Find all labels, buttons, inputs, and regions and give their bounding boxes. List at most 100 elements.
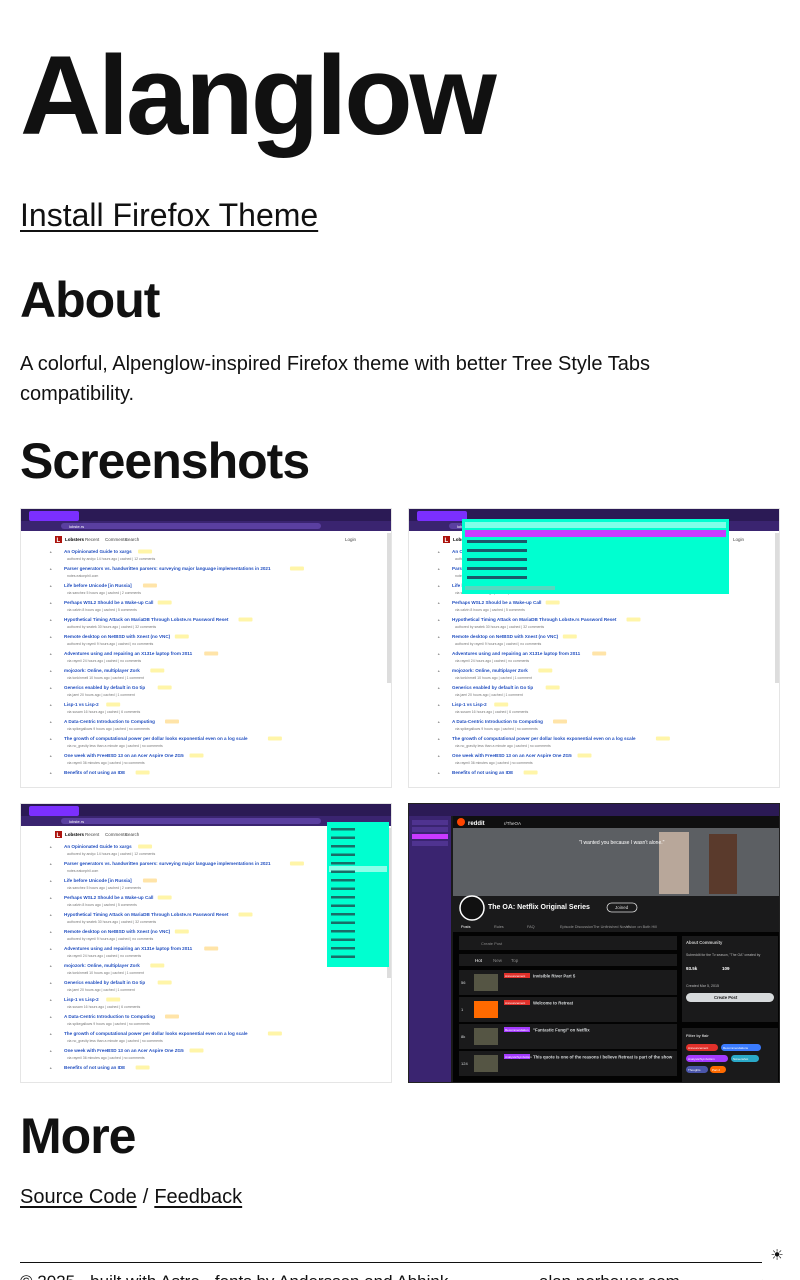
story-tag <box>494 702 509 707</box>
story-upvote-icon: ▲ <box>49 703 52 707</box>
urlbar-result <box>467 567 527 570</box>
source-code-link[interactable]: Source Code <box>20 1186 137 1208</box>
story-upvote-icon: ▲ <box>49 584 52 588</box>
banner-figure <box>709 834 737 894</box>
story-upvote-icon: ▲ <box>49 771 52 775</box>
lobsters-nav-item: Recent <box>85 832 100 837</box>
post-thumbnail <box>474 1028 498 1045</box>
install-theme-link[interactable]: Install Firefox Theme <box>20 197 318 234</box>
story-tag <box>174 929 189 934</box>
urlbar-result <box>467 576 527 579</box>
rss-icon[interactable]: ◣ <box>762 1274 780 1280</box>
app-menu-item <box>331 879 355 882</box>
story-upvote-icon: ▲ <box>49 669 52 673</box>
footer-domain-link[interactable]: alan.norbauer.com <box>539 1270 680 1280</box>
story-meta: authored by seatek 30 hours ago | cached… <box>455 625 544 629</box>
story-upvote-icon: ▲ <box>437 720 440 724</box>
flair-chip-label: Screenshot <box>733 1057 748 1061</box>
members-count: 93.5k <box>686 966 698 971</box>
urlbar-selected-result <box>465 530 726 537</box>
story-tag <box>157 980 172 985</box>
footer-icons: ◼ ● ◣ <box>698 1274 780 1280</box>
app-menu-item <box>331 896 355 899</box>
story-tag <box>189 753 204 758</box>
community-tab: Episode Discussion <box>560 925 593 929</box>
story-tag <box>523 770 538 775</box>
screenshot-4[interactable]: reddit r/TheOA "I wanted you because I was… <box>408 803 780 1083</box>
sort-option: New <box>493 958 503 963</box>
urlbar-search-engines <box>465 586 555 590</box>
post-votes: 124 <box>461 1061 468 1066</box>
post-votes: 56 <box>461 980 466 985</box>
app-menu-item <box>331 930 355 933</box>
story-tag <box>174 634 189 639</box>
app-menu-item <box>331 913 355 916</box>
story-upvote-icon: ▲ <box>437 652 440 656</box>
story-title: Adventures using and repairing an X131e … <box>452 651 581 656</box>
theme-toggle-sun-icon[interactable]: ☀ <box>766 1245 788 1267</box>
more-links: Source Code / Feedback <box>20 1186 242 1209</box>
community-tab: Posts <box>461 925 471 929</box>
story-meta: via calvin 8 hours ago | cached | 5 comm… <box>455 608 525 612</box>
app-menu-item <box>331 862 355 865</box>
story-meta: via calvin 8 hours ago | cached | 5 comm… <box>67 608 137 612</box>
reddit-brand: reddit <box>468 821 485 827</box>
community-avatar-icon <box>459 895 485 921</box>
story-title: Remote desktop on NetBSD with Xnest (no … <box>452 634 559 639</box>
screenshot-reddit-tree-style-tabs: reddit r/TheOA "I wanted you because I was… <box>409 804 779 1082</box>
story-title: Adventures using and repairing an X131e … <box>64 946 193 951</box>
story-tag <box>592 651 607 656</box>
page-scrollbar <box>775 533 779 683</box>
story-title: Remote desktop on NetBSD with Xnest (no … <box>64 929 171 934</box>
story-title: Adventures using and repairing an X131e … <box>64 651 193 656</box>
urlbar-result <box>467 540 527 543</box>
story-title: Lisp-1 vs Lisp-2 <box>64 997 99 1002</box>
story-upvote-icon: ▲ <box>49 686 52 690</box>
sidebar-tab <box>412 827 448 832</box>
post-title: Invisible River Part 5 <box>533 974 576 979</box>
lobsters-nav-item: Lobsters <box>65 537 85 542</box>
story-upvote-icon: ▲ <box>49 879 52 883</box>
post-votes: 8k <box>461 1034 465 1039</box>
lobsters-nav-item: Search <box>125 832 140 837</box>
story-tag <box>150 963 165 968</box>
story-meta: via raymii 36 minutes ago | cached | no … <box>67 761 145 765</box>
mastodon-icon[interactable]: ◼ <box>706 1274 726 1280</box>
about-community-text: Subreddit for the Tv season, "The OA" cr… <box>686 953 761 957</box>
screenshot-1[interactable]: lobste.rs L Lobsters Recent Comments Search Lo… <box>20 508 392 788</box>
story-tag <box>204 651 219 656</box>
story-tag <box>142 878 157 883</box>
lobsters-logo-text: L <box>445 538 449 544</box>
story-tag <box>238 617 253 622</box>
screenshot-3[interactable]: lobste.rsLLobstersRecentCommentsSearchLo… <box>20 803 392 1083</box>
story-title: Remote desktop on NetBSD with Xnest (no … <box>64 634 171 639</box>
feedback-link[interactable]: Feedback <box>154 1186 242 1208</box>
community-title: The OA: Netflix Original Series <box>488 904 590 911</box>
person-icon[interactable]: ● <box>734 1274 754 1280</box>
story-upvote-icon: ▲ <box>49 981 52 985</box>
story-title: A Data-Centric Introduction to Computing <box>64 719 155 724</box>
story-title: mojozork: Online, multiplayer Zork <box>452 668 528 673</box>
story-meta: authored by andyc 14 hours ago | cached … <box>67 557 155 561</box>
story-title: Perhaps WSL2 Should be a Wake-up Call <box>64 600 153 605</box>
story-upvote-icon: ▲ <box>49 754 52 758</box>
screenshot-lobsters-menu: lobste.rsLLobstersRecentCommentsSearchLo… <box>21 804 391 1070</box>
browser-urlbar <box>61 523 321 529</box>
story-meta: via spikegallows 9 hours ago | cached | … <box>67 727 150 731</box>
story-upvote-icon: ▲ <box>49 930 52 934</box>
story-meta: via tonkinmell 10 hours ago | cached | 1… <box>67 676 144 680</box>
app-menu-item <box>331 836 355 839</box>
screenshot-2[interactable]: lobste.rsLLobstersRecentCommentsSearchLo… <box>408 508 780 788</box>
story-title: Benefits of not using an IDE <box>452 770 513 775</box>
story-tag <box>577 753 592 758</box>
app-menu-item <box>331 853 355 856</box>
story-upvote-icon: ▲ <box>49 862 52 866</box>
story-tag <box>138 549 153 554</box>
story-tag <box>267 736 282 741</box>
post-title: "Fantastic Fungi" on Netflix <box>533 1028 590 1033</box>
story-tag <box>655 736 670 741</box>
flair-chip-label: Recommendations <box>723 1046 749 1050</box>
about-community-card <box>682 936 778 1022</box>
story-upvote-icon: ▲ <box>49 1066 52 1070</box>
screenshots-heading: Screenshots <box>20 433 310 489</box>
